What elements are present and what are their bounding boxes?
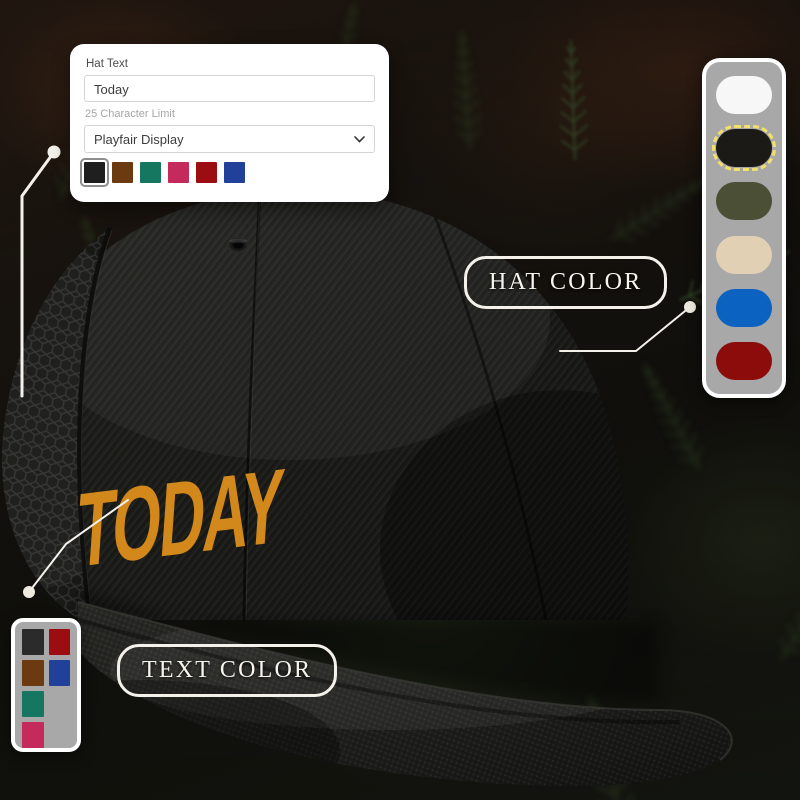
hat-color-swatch-white[interactable] [716, 76, 772, 114]
hat-text-form-card[interactable]: Hat Text Today 25 Character Limit Playfa… [70, 44, 389, 202]
hat-color-swatch-blue[interactable] [716, 288, 772, 327]
hat-color-swatch-black[interactable] [712, 125, 776, 172]
character-limit-hint: 25 Character Limit [85, 108, 175, 120]
text-grid-slot-empty-1 [49, 691, 71, 717]
hat-color-swatch-dark-red[interactable] [716, 341, 772, 380]
text-grid-swatch-brown[interactable] [22, 660, 44, 686]
text-color-grid[interactable] [11, 618, 81, 752]
text-color-swatch-black[interactable] [80, 158, 109, 187]
text-color-swatch-blue[interactable] [224, 162, 245, 183]
chevron-down-icon [354, 126, 365, 154]
text-color-swatch-teal[interactable] [140, 162, 161, 183]
hat-color-swatch-tan[interactable] [716, 235, 772, 274]
hat-color-palette[interactable] [702, 58, 786, 398]
text-color-label-chip: TEXT COLOR [117, 644, 338, 697]
font-select[interactable]: Playfair Display [84, 125, 375, 153]
text-color-swatch-red[interactable] [196, 162, 217, 183]
hat-color-label-text: HAT COLOR [489, 269, 643, 295]
connector-line-hat-color [559, 306, 691, 352]
hat-text-label: Hat Text [86, 58, 128, 70]
text-grid-swatch-blue[interactable] [48, 660, 70, 686]
connector-line-text-color [28, 499, 129, 593]
screenshot-stage: TODAY Hat Text Today 25 Character Limit … [0, 0, 800, 800]
text-grid-swatch-red[interactable] [48, 629, 70, 655]
hat-text-input[interactable]: Today [84, 75, 375, 102]
text-grid-swatch-black[interactable] [22, 629, 44, 655]
text-color-swatch-brown[interactable] [112, 162, 133, 183]
connector-dot-text-color [23, 586, 35, 598]
text-color-swatch-row[interactable] [80, 158, 375, 187]
text-grid-swatch-teal[interactable] [22, 691, 44, 717]
hat-color-swatch-olive-green[interactable] [716, 182, 772, 221]
text-grid-swatch-pink[interactable] [22, 722, 44, 748]
connector-dot-hat-color [684, 301, 696, 313]
font-select-value: Playfair Display [94, 132, 184, 147]
text-color-label-text: TEXT COLOR [142, 657, 313, 683]
text-color-swatch-pink[interactable] [168, 162, 189, 183]
hat-color-label-chip: HAT COLOR [464, 256, 668, 309]
connector-dot-hat-text [47, 145, 61, 159]
connector-line-hat-text [20, 150, 56, 398]
text-grid-slot-empty-2 [49, 722, 71, 748]
